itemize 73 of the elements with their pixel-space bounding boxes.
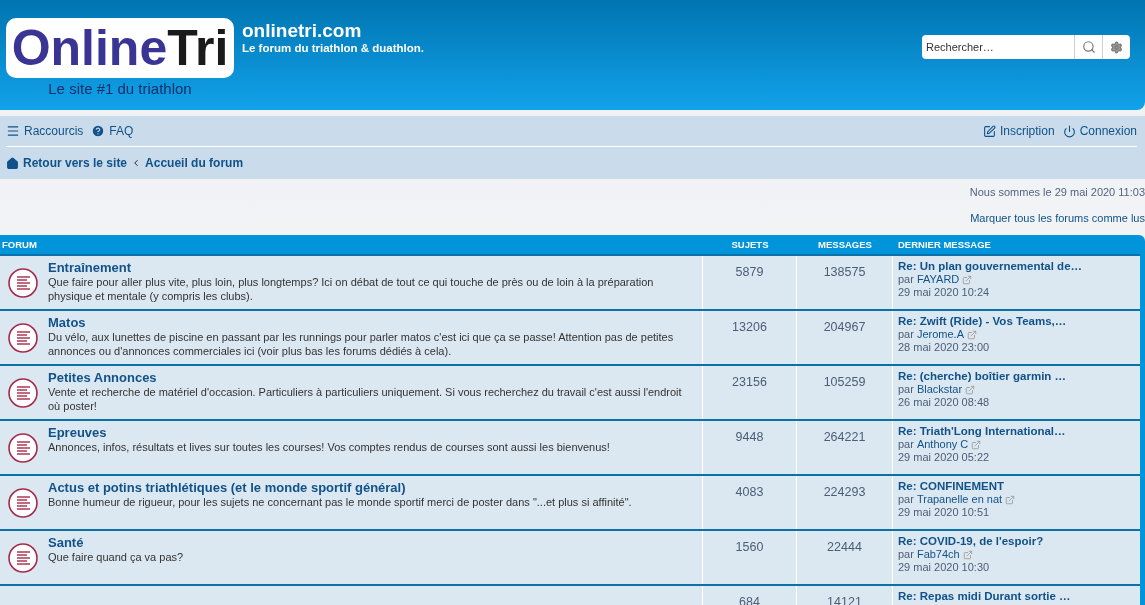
forum-description: Du vélo, aux lunettes de piscine en passant par les runnings pour parler matos c'est ici que ça se passe! Attention pas de petites annonces ou d'annonces commerciales ici (voir plus bas les forums dédiés à cela). [48, 330, 675, 358]
last-post-title[interactable]: Re: Un plan gouvernemental de… [898, 260, 1136, 273]
by-label: par [898, 438, 914, 451]
nav-link[interactable]: Connexion [1062, 124, 1137, 138]
breadcrumb-link[interactable]: Accueil du forum [145, 156, 244, 170]
current-time: Nous sommes le 29 mai 2020 11:03 [969, 186, 1145, 198]
forum-icon [8, 543, 38, 573]
post-date: 29 mai 2020 05:22 [898, 451, 991, 464]
author-link[interactable]: Trapanelle en nat [916, 493, 1003, 506]
nav-link[interactable]: Inscription [982, 124, 1055, 138]
help-icon [91, 124, 106, 138]
search-field[interactable]: Rechercher… [922, 35, 1074, 59]
last-post-title[interactable]: Re: Triath'Long International… [898, 425, 1136, 438]
breadcrumb-link[interactable]: Retour vers le site [6, 156, 128, 170]
nav-link[interactable]: FAQ [91, 124, 134, 138]
forum-icon [8, 433, 38, 463]
forum-title[interactable]: Petites Annonces [48, 370, 694, 385]
author-link[interactable]: Jerome.A [916, 328, 964, 341]
column-header: FORUM [1, 239, 38, 250]
column-header: DERNIER MESSAGE [897, 239, 992, 250]
post-date: 26 mai 2020 08:48 [898, 396, 991, 409]
menu-icon [6, 124, 20, 138]
forum-icon [8, 488, 38, 518]
column-header: SUJETS [730, 239, 770, 250]
post-date: 29 mai 2020 10:24 [898, 286, 991, 299]
forum-description: Annonces, infos, résultats et lives sur toutes les courses! Vos comptes rendus de courses sont aussi les bienvenus! [48, 440, 610, 454]
forum-icon [8, 323, 38, 353]
site-description: Le forum du triathlon & duathlon. [242, 42, 426, 54]
last-post-title[interactable]: Re: Repas midi Durant sortie … [898, 590, 1136, 603]
site-title: onlinetri.com [242, 20, 363, 42]
forum-title[interactable]: Epreuves [48, 425, 610, 440]
settings-button[interactable] [1102, 35, 1130, 59]
forum-description: Bonne humeur de rigueur, pour les sujets ne concernant pas le monde sportif merci de poster dans "...et plus si affinité". [48, 495, 632, 509]
search-button[interactable] [1074, 35, 1102, 59]
author-link[interactable]: Fab74ch [916, 548, 960, 561]
view-post-icon[interactable] [965, 384, 976, 395]
forum-icon [8, 268, 38, 298]
view-post-icon[interactable] [967, 329, 977, 340]
by-label: par [898, 328, 914, 341]
post-date: 29 mai 2020 10:51 [898, 506, 991, 519]
home-icon [6, 156, 19, 170]
view-post-icon[interactable] [1005, 494, 1016, 505]
last-post-title[interactable]: Re: COVID-19, de l'espoir? [898, 535, 1136, 548]
author-link[interactable]: Anthony C [916, 438, 969, 451]
view-post-icon[interactable] [971, 439, 982, 450]
nav-link[interactable]: Raccourcis [6, 124, 84, 138]
by-label: par [898, 493, 914, 506]
mark-read-link[interactable]: Marquer tous les forums comme lus [970, 212, 1145, 224]
forum-title[interactable]: Entraînement [48, 260, 694, 275]
power-icon [1062, 124, 1076, 138]
author-link[interactable]: Blackstar [916, 383, 963, 396]
forum-title[interactable]: Actus et potins triathlétiques (et le monde sportif général) [48, 480, 632, 495]
settings-icon [1110, 40, 1123, 54]
by-label: par [898, 548, 914, 561]
forum-title[interactable]: Matos [48, 315, 694, 330]
post-date: 29 mai 2020 10:30 [898, 561, 991, 574]
forum-icon [8, 378, 38, 408]
by-label: par [898, 273, 914, 286]
search-icon [1081, 40, 1096, 54]
last-post-title[interactable]: Re: CONFINEMENT [898, 480, 1136, 493]
author-link[interactable]: FAYARD [916, 273, 960, 286]
by-label: par [898, 383, 914, 396]
post-date: 28 mai 2020 23:00 [898, 341, 991, 354]
view-post-icon[interactable] [962, 549, 973, 560]
last-post-title[interactable]: Re: Zwift (Ride) - Vos Teams,… [898, 315, 1136, 328]
column-header: MESSAGES [817, 239, 873, 250]
view-post-icon[interactable] [962, 274, 973, 285]
last-post-title[interactable]: Re: (cherche) boîtier garmin … [898, 370, 1136, 383]
forum-description: Vente et recherche de matériel d'occasion. Particuliers à particuliers uniquement. Si vous recherchez du travail c'est aussi l'endroit où poster! [48, 385, 683, 413]
forum-description: Que faire pour aller plus vite, plus loin, plus longtemps? Ici on débat de tout ce qui touche de près ou de loin à la préparation physique et mentale (y compris les clubs). [48, 275, 655, 303]
forum-title[interactable]: Santé [48, 535, 184, 550]
forum-description: Que faire quand ça va pas? [48, 550, 184, 564]
pencil-square-icon [982, 124, 996, 138]
